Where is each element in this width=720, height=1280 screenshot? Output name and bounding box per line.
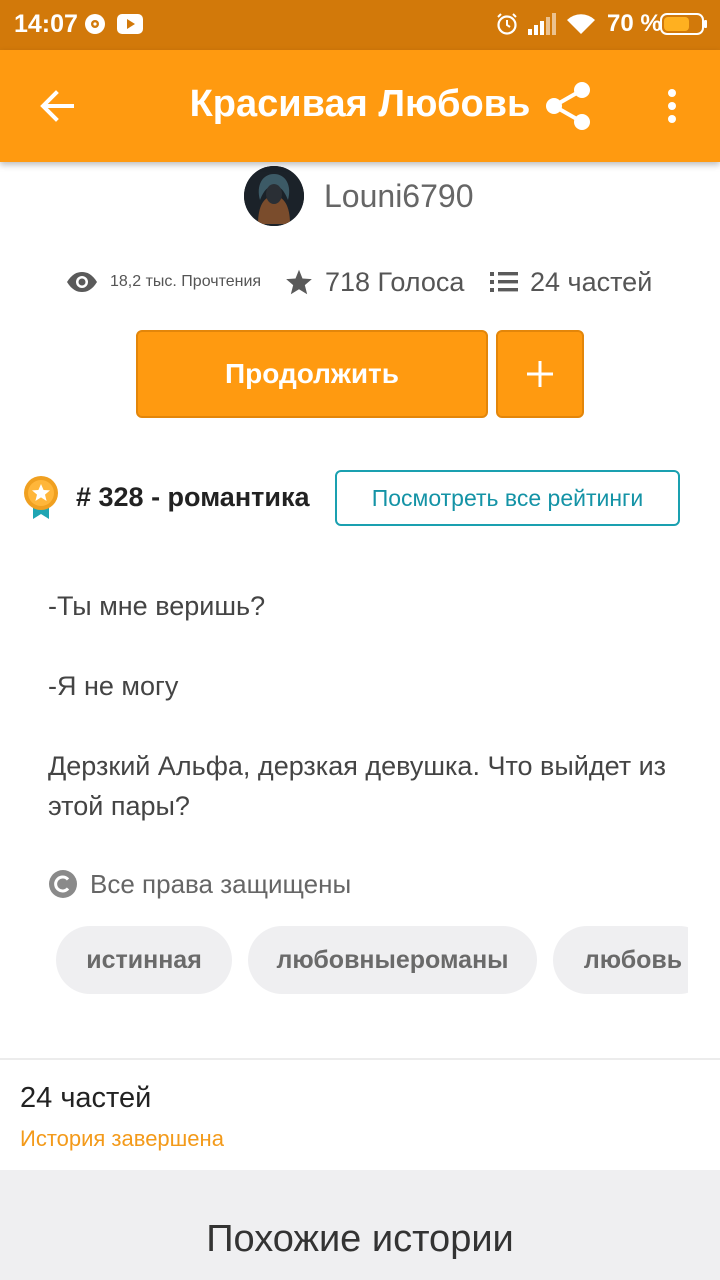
youtube-icon [116,10,144,38]
eye-icon [67,272,97,292]
parts-count-stat: 24 частей [530,266,653,297]
alarm-icon [494,10,520,38]
tags-list: истинная любовныероманы любовь [56,926,688,996]
app-bar: Красивая Любовь [0,50,720,162]
parts-stat: 24 частей [490,264,652,300]
copyright-icon [49,870,77,898]
add-to-library-button[interactable] [496,330,584,418]
signal-icon [528,10,556,38]
wifi-icon [566,10,596,38]
votes-stat: 718 Голоса [285,264,464,300]
description-line-2: -Я не могу [48,671,179,701]
continue-button[interactable]: Продолжить [136,330,488,418]
tag-chip[interactable]: любовь [553,926,688,994]
status-bar: 14:07 70 % [0,0,720,50]
plus-icon [527,361,553,387]
story-parts-count[interactable]: 24 частей [20,1082,151,1115]
battery-icon [660,10,708,38]
author-avatar[interactable] [244,166,304,226]
ranking-medal-icon [22,475,62,521]
share-button[interactable] [538,78,598,134]
reads-count: 18,2 тыс. Прочтения [110,273,262,290]
divider [0,1058,720,1060]
description-line-1: -Ты мне веришь? [48,591,266,621]
similar-stories-section: Похожие истории [0,1170,720,1280]
view-all-rankings-button[interactable]: Посмотреть все рейтинги [335,470,680,526]
author-name[interactable]: Louni6790 [324,178,473,215]
podcast-icon [82,10,108,38]
copyright: Все права защищены [48,866,351,902]
ranking-text: # 328 - романтика [76,482,310,512]
list-icon [490,272,518,292]
story-title: Красивая Любовь [189,83,531,125]
battery-percent: 70 % [607,10,662,37]
reads-stat: 18,2 тыс. Прочтения [66,264,261,300]
votes-count: 718 Голоса [325,266,465,297]
description-line-3: Дерзкий Альфа, дерзкая девушка. Что выйд… [48,751,667,821]
copyright-text: Все права защищены [90,868,352,899]
star-icon [286,269,312,295]
tag-chip[interactable]: любовныероманы [248,926,537,994]
tag-chip[interactable]: истинная [56,926,232,994]
more-vert-icon [668,89,676,123]
story-status: История завершена [20,1126,224,1151]
similar-stories-title: Похожие истории [206,1218,514,1260]
more-button[interactable] [650,82,694,130]
status-time: 14:07 [14,10,78,38]
share-icon [546,82,590,130]
